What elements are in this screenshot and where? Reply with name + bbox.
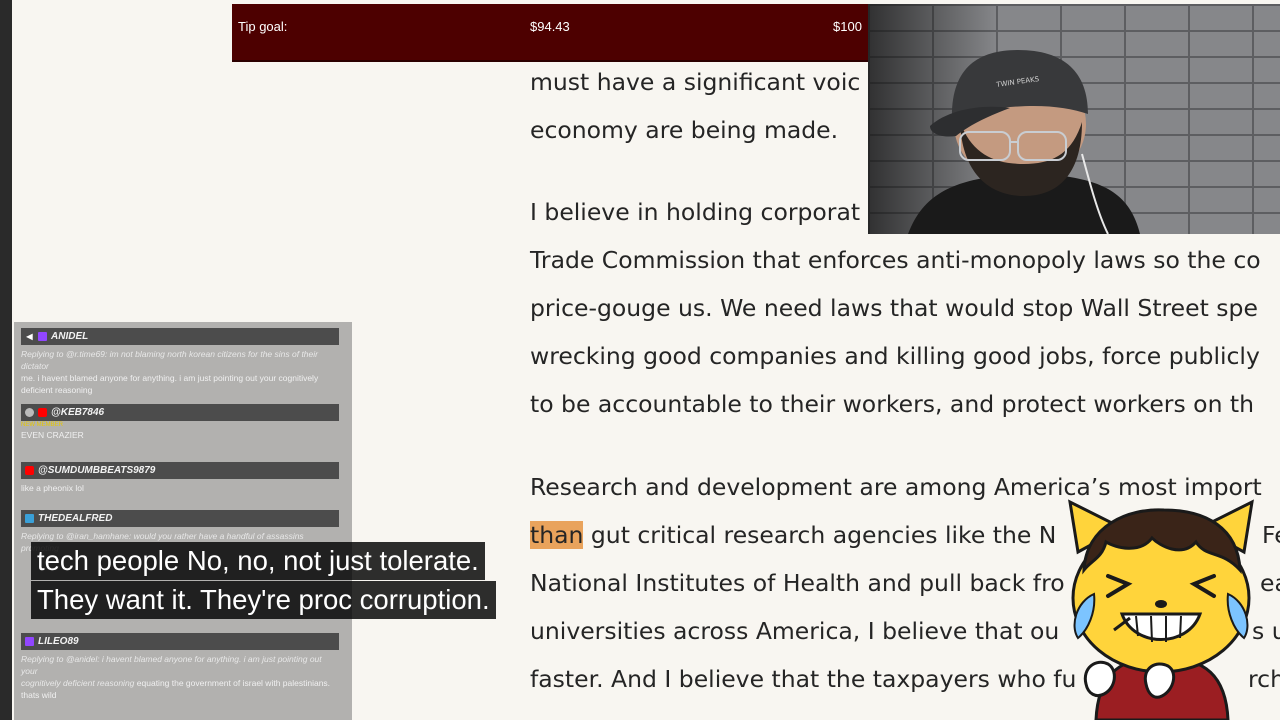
- tip-goal-label: Tip goal:: [238, 19, 288, 34]
- article-line-1: must have a significant voic: [530, 68, 861, 96]
- article-line-12-text: faster. And I believe that the taxpayers…: [530, 665, 1077, 693]
- chat-message-header: @SUMDUMBBEATS9879: [21, 462, 339, 479]
- article-line-9-text: gut critical research agencies like the …: [590, 521, 1057, 549]
- chat-username: @KEB7846: [51, 407, 105, 418]
- article-line-5: price-gouge us. We need laws that would …: [530, 294, 1258, 322]
- article-line-3: I believe in holding corporat: [530, 198, 861, 226]
- chat-message-text: EVEN CRAZIER: [21, 430, 84, 440]
- webcam-feed: TWIN PEAKS: [868, 4, 1280, 234]
- chat-reply-context-continued: cognitively deficient reasoning: [21, 678, 135, 688]
- twitch-icon: [25, 637, 34, 646]
- article-line-2: economy are being made.: [530, 116, 839, 144]
- chat-message-body: like a pheonix lol: [21, 479, 339, 494]
- chat-message-body: EVEN CRAZIER: [21, 428, 339, 441]
- chat-message: ◀ ANIDEL Replying to @r.time69: im not b…: [21, 328, 339, 396]
- chat-message-text: me. i havent blamed anyone for anything.…: [21, 373, 319, 395]
- streamer-figure: TWIN PEAKS: [908, 50, 1140, 234]
- chat-message-text: like a pheonix lol: [21, 483, 84, 493]
- speaker-icon: ◀: [26, 332, 33, 341]
- left-edge-strip: [0, 0, 12, 720]
- highlighted-word: than: [530, 521, 584, 549]
- chat-message: @KEB7846 NEW MEMBER EVEN CRAZIER: [21, 404, 339, 441]
- chat-reply-context: Replying to @anidel: i havent blamed any…: [21, 654, 322, 676]
- chat-message-header: ◀ ANIDEL: [21, 328, 339, 345]
- laughing-cat-mascot: [1068, 499, 1254, 720]
- tip-goal-current-amount: $94.43: [530, 19, 570, 34]
- article-line-11: universities across America, I believe t…: [530, 607, 1280, 655]
- article-line-4: Trade Commission that enforces anti-mono…: [530, 246, 1261, 274]
- chat-username: @SUMDUMBBEATS9879: [38, 465, 156, 476]
- chat-message-header: @KEB7846: [21, 404, 339, 421]
- subtitle-line-2: They want it. They're proc corruption.: [31, 581, 496, 619]
- chat-message: LILEO89 Replying to @anidel: i havent bl…: [21, 633, 339, 701]
- chat-message-body: Replying to @anidel: i havent blamed any…: [21, 650, 339, 701]
- chat-message-text: cognitively deficient reasoning equating…: [21, 677, 339, 701]
- avatar-icon: [25, 408, 34, 417]
- tip-goal-target-amount: $100: [833, 19, 862, 34]
- article-line-10-text: National Institutes of Health and pull b…: [530, 569, 1065, 597]
- article-line-12: faster. And I believe that the taxpayers…: [530, 655, 1280, 703]
- article-line-7: to be accountable to their workers, and …: [530, 390, 1255, 418]
- tv-icon: [25, 514, 34, 523]
- chat-overlay: ◀ ANIDEL Replying to @r.time69: im not b…: [14, 322, 352, 720]
- tip-goal-bar: Tip goal: $94.43 $100: [232, 4, 868, 62]
- chat-username: THEDEALFRED: [38, 513, 113, 524]
- article-line-11-text: universities across America, I believe t…: [530, 617, 1060, 645]
- chat-username: ANIDEL: [51, 331, 89, 342]
- chat-reply-context: Replying to @r.time69: im not blaming no…: [21, 349, 318, 371]
- youtube-icon: [38, 408, 47, 417]
- youtube-icon: [25, 466, 34, 475]
- stream-screen: must have a significant voic economy are…: [0, 0, 1280, 720]
- article-line-9: than gut critical research agencies like…: [530, 511, 1280, 559]
- chat-message: @SUMDUMBBEATS9879 like a pheonix lol: [21, 462, 339, 494]
- chat-message-body: Replying to @r.time69: im not blaming no…: [21, 345, 339, 396]
- member-badge: NEW MEMBER: [21, 422, 63, 428]
- chat-username: LILEO89: [38, 636, 79, 647]
- twitch-icon: [38, 332, 47, 341]
- article-line-10: National Institutes of Health and pull b…: [530, 559, 1280, 607]
- article-line-6: wrecking good companies and killing good…: [530, 342, 1260, 370]
- chat-message-header: LILEO89: [21, 633, 339, 650]
- subtitle-line-1: tech people No, no, not just tolerate.: [31, 542, 485, 580]
- chat-message-header: THEDEALFRED: [21, 510, 339, 527]
